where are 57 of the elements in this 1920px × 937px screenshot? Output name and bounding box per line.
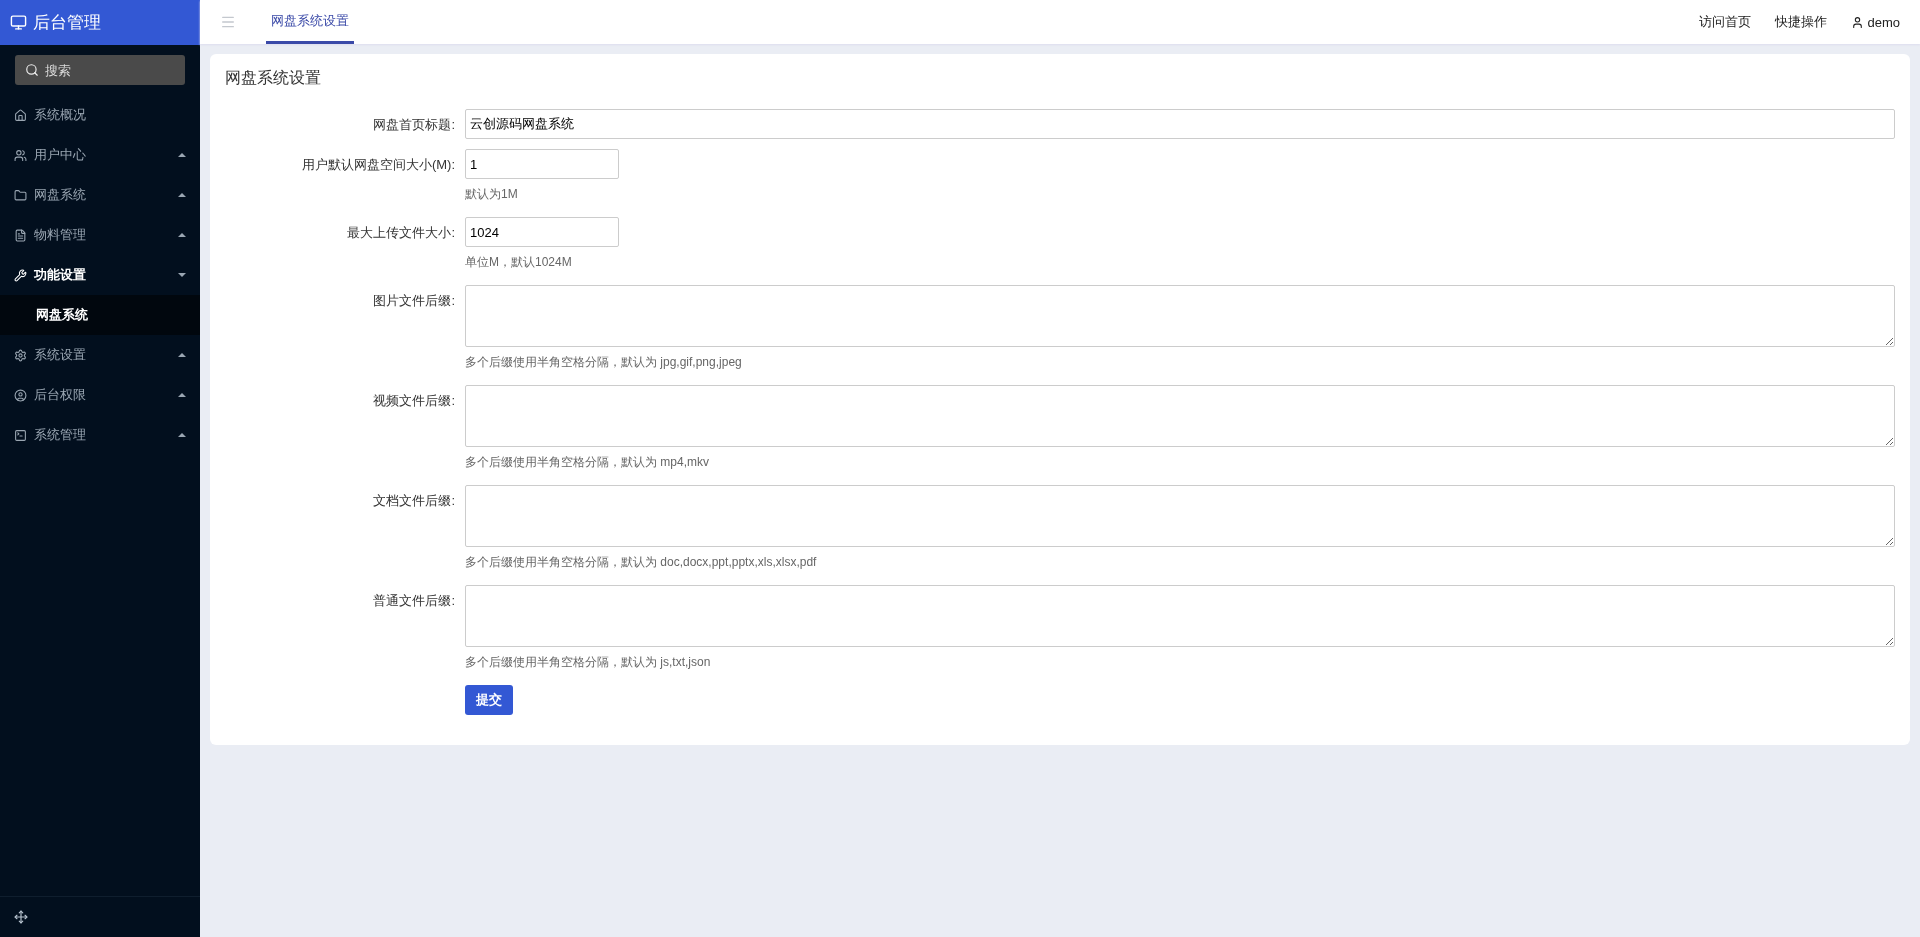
field-hint: 默认为1M [465,186,519,203]
menu-item[interactable]: 系统设置 [0,335,200,375]
field-label: 普通文件后缀: [372,592,455,610]
menu-item[interactable]: 系统概况 [0,95,200,135]
caret-icon [178,153,186,157]
header-link[interactable]: 快捷操作 [1775,0,1828,44]
menu-item[interactable]: 功能设置 [0,255,200,295]
field-label: 图片文件后缀: [372,292,455,310]
caret-icon [178,193,186,197]
tab[interactable]: 网盘系统设置 [266,0,354,44]
input-field[interactable]: 1 [465,149,619,179]
caret-icon [178,233,186,237]
input-field[interactable]: 1024 [465,217,619,247]
monitor-icon [10,14,27,31]
folder-icon [14,188,27,202]
search-field[interactable]: 搜索 [15,55,185,85]
terminal-icon [14,428,27,442]
home-icon [14,108,27,122]
search-icon [25,63,39,77]
input-field[interactable]: 云创源码网盘系统 [465,109,1895,139]
field-label: 视频文件后缀: [372,392,455,410]
submit-button[interactable]: 提交 [465,685,513,715]
menu-item[interactable]: 后台权限 [0,375,200,415]
textarea-field[interactable] [465,585,1895,647]
field-label: 文档文件后缀: [372,492,455,510]
brand-text: 后台管理 [33,12,101,34]
field-hint: 多个后缀使用半角空格分隔，默认为 doc,docx,ppt,pptx,xls,xlsx,pdf [465,554,818,571]
header-link[interactable]: 访问首页 [1699,0,1752,44]
textarea-field[interactable] [465,385,1895,447]
caret-icon [178,433,186,437]
textarea-field[interactable] [465,285,1895,347]
user-icon [1851,15,1865,29]
textarea-field[interactable] [465,485,1895,547]
menu-item[interactable]: 物料管理 [0,215,200,255]
menu-item[interactable]: 系统管理 [0,415,200,455]
menu-item[interactable]: 网盘系统 [0,175,200,215]
caret-icon [178,273,186,277]
menu-item[interactable]: 用户中心 [0,135,200,175]
menu-icon[interactable] [220,14,236,30]
card-title: 网盘系统设置 [225,68,322,88]
caret-icon [178,393,186,397]
field-label: 网盘首页标题: [372,116,455,134]
field-label: 用户默认网盘空间大小(M): [300,156,455,174]
document-icon [14,228,27,242]
field-hint: 多个后缀使用半角空格分隔，默认为 jpg,gif,png,jpeg [465,354,743,371]
field-hint: 多个后缀使用半角空格分隔，默认为 js,txt,json [465,654,712,671]
field-hint: 多个后缀使用半角空格分隔，默认为 mp4,mkv [465,454,710,471]
users-icon [14,148,27,162]
settings-icon [14,348,27,362]
wrench-icon [14,268,27,282]
user-link[interactable]: demo [1851,0,1900,44]
field-label: 最大上传文件大小: [346,224,455,242]
field-hint: 单位M，默认1024M [465,254,573,271]
move-icon[interactable] [14,910,28,924]
user-circle-icon [14,388,27,402]
submenu-item[interactable]: 网盘系统 [0,295,200,335]
caret-icon [178,353,186,357]
